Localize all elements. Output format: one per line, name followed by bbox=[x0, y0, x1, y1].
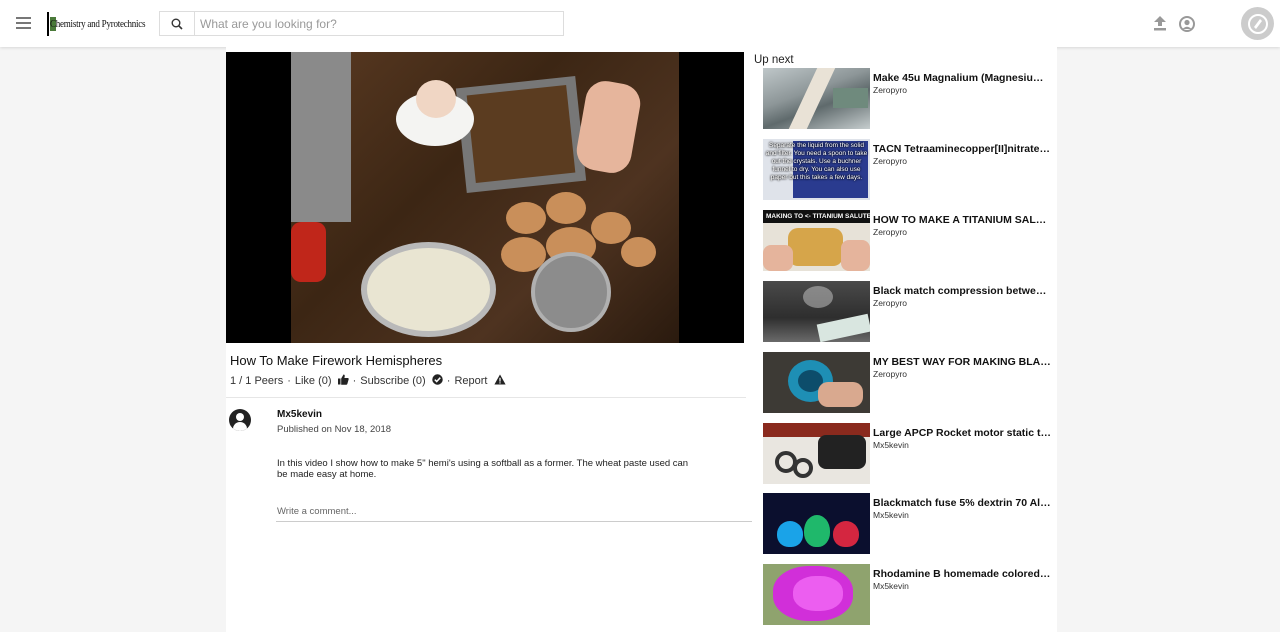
suggestion-channel: Zeropyro bbox=[873, 85, 908, 95]
video-thumbnail bbox=[763, 423, 870, 484]
suggestion-item[interactable]: Make 45u Magnalium (Magnesium) Powder Ze… bbox=[763, 68, 1053, 129]
video-thumbnail: Separate the liquid from the solid and f… bbox=[763, 139, 870, 200]
logo-mark bbox=[47, 12, 56, 36]
up-next-heading: Up next bbox=[754, 54, 794, 66]
suggestion-channel: Zeropyro bbox=[873, 369, 908, 379]
video-thumbnail bbox=[763, 281, 870, 342]
video-thumbnail bbox=[763, 68, 870, 129]
account-avatar[interactable] bbox=[1241, 7, 1274, 40]
user-icon[interactable] bbox=[1179, 16, 1195, 32]
divider bbox=[226, 397, 746, 398]
thumbnail-caption: Separate the liquid from the solid and f… bbox=[765, 142, 868, 181]
search-box bbox=[159, 11, 564, 36]
video-player[interactable] bbox=[226, 52, 744, 343]
suggestion-title: Make 45u Magnalium (Magnesium) Powder bbox=[873, 72, 1051, 84]
suggestion-channel: Mx5kevin bbox=[873, 510, 909, 520]
comment-input[interactable] bbox=[276, 502, 760, 522]
subscribe-label: Subscribe (0) bbox=[360, 375, 426, 387]
main-content: How To Make Firework Hemispheres 1 / 1 P… bbox=[226, 47, 760, 632]
suggestion-item[interactable]: Large APCP Rocket motor static test Mx5k… bbox=[763, 423, 1053, 484]
channel-name[interactable]: Mx5kevin bbox=[277, 409, 322, 420]
suggestion-title: Large APCP Rocket motor static test bbox=[873, 427, 1051, 439]
suggestion-title: Black match compression between 1 and 10 bbox=[873, 285, 1051, 297]
search-icon bbox=[171, 18, 183, 30]
suggestion-item[interactable]: Rhodamine B homemade colored smoke Mx5ke… bbox=[763, 564, 1053, 625]
suggestion-title: HOW TO MAKE A TITANIUM SALUTE? bbox=[873, 214, 1051, 226]
suggestion-title: Blackmatch fuse 5% dextrin 70 Alcohol bbox=[873, 497, 1051, 509]
peers-count: 1 / 1 Peers bbox=[230, 374, 284, 387]
video-meta: 1 / 1 Peers · Like (0) · Subscribe (0) ·… bbox=[230, 374, 506, 387]
thumbnail-caption: MAKING TO <- TITANIUM SALUTE bbox=[763, 210, 870, 223]
video-thumbnail bbox=[763, 493, 870, 554]
suggestion-channel: Zeropyro bbox=[873, 227, 908, 237]
check-circle-icon bbox=[432, 374, 443, 385]
subscribe-button[interactable]: Subscribe (0) bbox=[360, 374, 443, 387]
site-logo[interactable]: Chemistry and Pyrotechnics bbox=[47, 12, 146, 36]
warning-icon bbox=[493, 374, 506, 385]
top-bar: Chemistry and Pyrotechnics bbox=[0, 0, 1280, 47]
report-button[interactable]: Report bbox=[454, 374, 506, 387]
video-thumbnail bbox=[763, 352, 870, 413]
video-frame bbox=[291, 52, 679, 343]
search-input[interactable] bbox=[195, 12, 563, 35]
channel-avatar[interactable] bbox=[229, 409, 251, 431]
like-label: Like (0) bbox=[294, 375, 332, 387]
up-next-sidebar: Up next Make 45u Magnalium (Magnesium) P… bbox=[752, 47, 1057, 632]
suggestion-item[interactable]: Separate the liquid from the solid and f… bbox=[763, 139, 1053, 200]
video-title: How To Make Firework Hemispheres bbox=[230, 353, 443, 368]
search-button[interactable] bbox=[160, 12, 195, 35]
like-button[interactable]: Like (0) bbox=[295, 374, 349, 387]
video-thumbnail: MAKING TO <- TITANIUM SALUTE bbox=[763, 210, 870, 271]
video-thumbnail bbox=[763, 564, 870, 625]
video-description: In this video I show how to make 5" hemi… bbox=[277, 458, 689, 480]
suggestion-channel: Zeropyro bbox=[873, 156, 908, 166]
suggestion-channel: Zeropyro bbox=[873, 298, 908, 308]
upload-icon[interactable] bbox=[1153, 16, 1167, 31]
report-label: Report bbox=[454, 375, 488, 387]
suggestion-item[interactable]: Black match compression between 1 and 10… bbox=[763, 281, 1053, 342]
suggestion-item[interactable]: Blackmatch fuse 5% dextrin 70 Alcohol Mx… bbox=[763, 493, 1053, 554]
suggestion-channel: Mx5kevin bbox=[873, 581, 909, 591]
publish-date: Published on Nov 18, 2018 bbox=[277, 424, 392, 435]
suggestion-title: Rhodamine B homemade colored smoke bbox=[873, 568, 1051, 580]
suggestion-title: TACN Tetraaminecopper[II]nitrate [Cu(NH3… bbox=[873, 143, 1051, 155]
suggestion-item[interactable]: MAKING TO <- TITANIUM SALUTE HOW TO MAKE… bbox=[763, 210, 1053, 271]
logo-text: Chemistry and Pyrotechnics bbox=[50, 18, 146, 30]
suggestion-item[interactable]: MY BEST WAY FOR MAKING BLACK POWDER Zero… bbox=[763, 352, 1053, 413]
menu-icon[interactable] bbox=[16, 17, 31, 29]
thumbs-up-icon bbox=[337, 374, 349, 385]
brand-icon bbox=[1247, 13, 1268, 34]
suggestion-channel: Mx5kevin bbox=[873, 440, 909, 450]
suggestion-title: MY BEST WAY FOR MAKING BLACK POWDER bbox=[873, 356, 1051, 368]
